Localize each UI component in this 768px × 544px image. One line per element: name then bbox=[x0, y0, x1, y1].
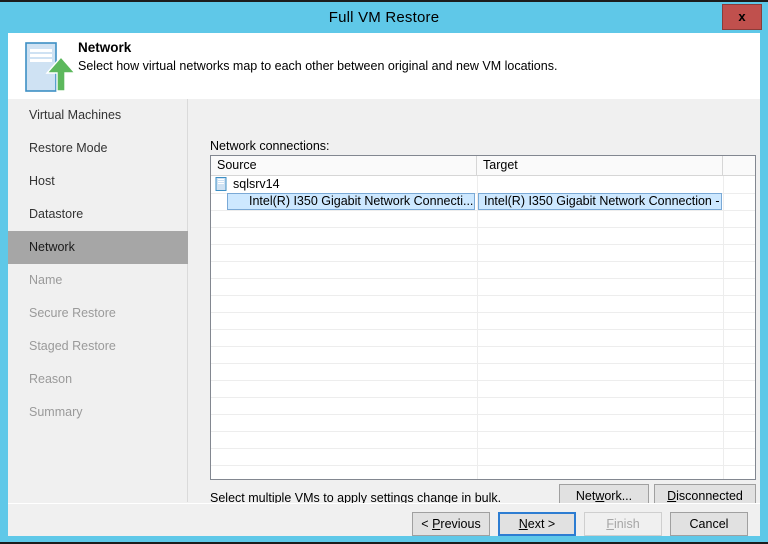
grid-line bbox=[211, 210, 756, 211]
network-connections-grid[interactable]: Source Target sqlsrv14Intel(R) I350 Giga… bbox=[210, 155, 756, 480]
grid-line bbox=[211, 295, 756, 296]
mnemonic-char: F bbox=[606, 517, 614, 531]
cancel-button[interactable]: Cancel bbox=[670, 512, 748, 536]
dialog-client-area: Network Select how virtual networks map … bbox=[8, 33, 760, 536]
sidebar-item-label: Datastore bbox=[29, 207, 83, 221]
sidebar-item-staged-restore[interactable]: Staged Restore bbox=[8, 330, 188, 363]
grid-line bbox=[211, 414, 756, 415]
sidebar-item-summary[interactable]: Summary bbox=[8, 396, 188, 429]
sidebar-item-label: Network bbox=[29, 240, 75, 254]
grid-line bbox=[211, 363, 756, 364]
grid-line bbox=[211, 278, 756, 279]
sidebar-item-name[interactable]: Name bbox=[8, 264, 188, 297]
mnemonic-char: w bbox=[595, 489, 604, 503]
grid-header-row: Source Target bbox=[211, 156, 756, 176]
column-header-source[interactable]: Source bbox=[211, 156, 477, 175]
sidebar-item-network[interactable]: Network bbox=[8, 231, 188, 264]
mnemonic-char: D bbox=[667, 489, 676, 503]
column-divider-1 bbox=[477, 176, 478, 480]
sidebar-item-label: Virtual Machines bbox=[29, 108, 121, 122]
grid-line bbox=[211, 465, 756, 466]
cell-target[interactable] bbox=[478, 176, 722, 193]
grid-line bbox=[211, 380, 756, 381]
table-row[interactable]: sqlsrv14 bbox=[211, 176, 756, 193]
sidebar-item-virtual-machines[interactable]: Virtual Machines bbox=[8, 99, 188, 132]
grid-body: sqlsrv14Intel(R) I350 Gigabit Network Co… bbox=[211, 176, 756, 480]
previous-button[interactable]: < Previous bbox=[412, 512, 490, 536]
vm-server-icon bbox=[215, 177, 231, 192]
grid-line bbox=[211, 227, 756, 228]
sidebar-item-label: Host bbox=[29, 174, 55, 188]
sidebar-item-label: Summary bbox=[29, 405, 82, 419]
grid-line bbox=[211, 329, 756, 330]
grid-line bbox=[211, 261, 756, 262]
column-divider-2 bbox=[723, 176, 724, 480]
cell-target[interactable]: Intel(R) I350 Gigabit Network Connection… bbox=[478, 193, 722, 210]
wizard-steps-sidebar: Virtual Machines Restore Mode Host Datastor… bbox=[8, 99, 188, 502]
wizard-footer: < Previous Next > Finish Cancel bbox=[8, 503, 760, 536]
grid-line bbox=[211, 397, 756, 398]
sidebar-item-label: Restore Mode bbox=[29, 141, 108, 155]
network-mapping-panel: Network connections: Source Target sqlsr… bbox=[189, 99, 760, 502]
sidebar-item-restore-mode[interactable]: Restore Mode bbox=[8, 132, 188, 165]
sidebar-item-label: Staged Restore bbox=[29, 339, 116, 353]
column-header-blank[interactable] bbox=[723, 156, 756, 175]
grid-line bbox=[211, 431, 756, 432]
grid-line bbox=[211, 448, 756, 449]
close-icon[interactable]: x bbox=[722, 4, 762, 30]
mnemonic-char: P bbox=[432, 517, 440, 531]
grid-line bbox=[211, 312, 756, 313]
mnemonic-char: N bbox=[519, 517, 528, 531]
server-upload-icon bbox=[16, 33, 82, 99]
grid-line bbox=[211, 346, 756, 347]
sidebar-item-secure-restore[interactable]: Secure Restore bbox=[8, 297, 188, 330]
next-button[interactable]: Next > bbox=[498, 512, 576, 536]
table-row[interactable]: Intel(R) I350 Gigabit Network Connecti..… bbox=[211, 193, 756, 210]
finish-button: Finish bbox=[584, 512, 662, 536]
cell-source[interactable]: sqlsrv14 bbox=[233, 176, 475, 193]
sidebar-item-reason[interactable]: Reason bbox=[8, 363, 188, 396]
cell-source[interactable]: Intel(R) I350 Gigabit Network Connecti..… bbox=[227, 193, 475, 210]
sidebar-item-label: Reason bbox=[29, 372, 72, 386]
sidebar-item-label: Name bbox=[29, 273, 62, 287]
sidebar-item-host[interactable]: Host bbox=[8, 165, 188, 198]
page-title: Network bbox=[78, 40, 131, 55]
column-header-target[interactable]: Target bbox=[477, 156, 723, 175]
wizard-banner: Network Select how virtual networks map … bbox=[8, 33, 760, 99]
sidebar-item-label: Secure Restore bbox=[29, 306, 116, 320]
title-bar[interactable]: Full VM Restore x bbox=[0, 2, 768, 33]
window-title: Full VM Restore bbox=[0, 2, 768, 33]
grid-line bbox=[211, 244, 756, 245]
page-subtitle: Select how virtual networks map to each … bbox=[78, 59, 557, 73]
network-connections-label: Network connections: bbox=[210, 139, 330, 153]
full-vm-restore-dialog: Full VM Restore x Network Select how vir… bbox=[0, 0, 768, 544]
sidebar-item-datastore[interactable]: Datastore bbox=[8, 198, 188, 231]
